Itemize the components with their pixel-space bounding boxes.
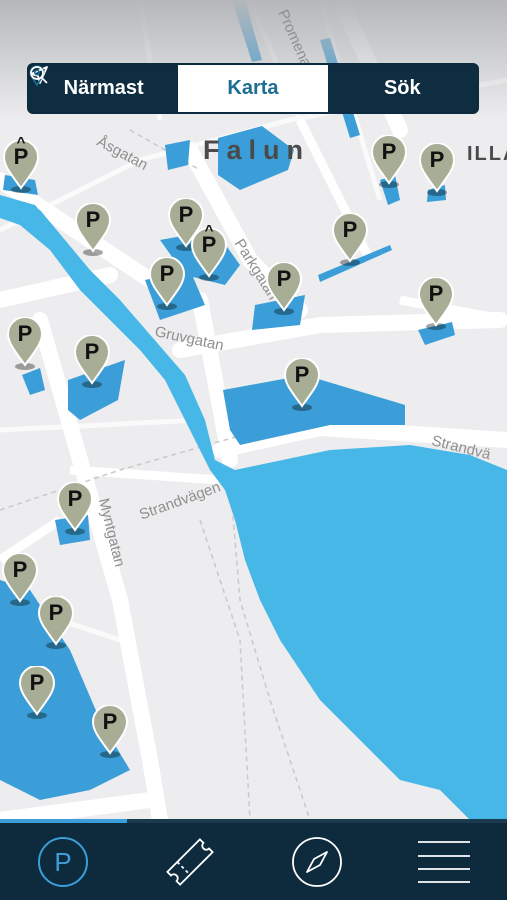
tab-narmast[interactable]: Närmast: [29, 65, 178, 112]
parking-pin[interactable]: P: [371, 135, 407, 191]
map-canvas: [0, 0, 507, 820]
tab-sok[interactable]: Sök: [30, 65, 477, 112]
parking-pin-label: P: [29, 670, 45, 695]
parking-pin[interactable]: P: [38, 596, 74, 652]
parking-icon: P: [38, 836, 89, 887]
bottom-nav: P: [0, 823, 507, 900]
parking-pin[interactable]: P: [74, 335, 110, 391]
tab-sok-label: Sök: [383, 77, 421, 99]
city-label: Falun: [203, 135, 310, 165]
svg-text:P: P: [55, 847, 72, 877]
tab-karta[interactable]: Karta: [29, 65, 328, 112]
parking-pin-label: P: [429, 147, 445, 172]
parking-pin[interactable]: ^ P: [191, 222, 227, 284]
parking-pin-label: P: [85, 207, 101, 232]
menu-icon: [417, 840, 470, 883]
parking-pin[interactable]: P: [19, 666, 55, 722]
parking-pin-label: P: [276, 266, 292, 291]
parking-pin-label: P: [201, 232, 217, 257]
district-label: ILLAS: [467, 143, 507, 165]
ticket-icon: [166, 837, 215, 886]
compass-icon: [291, 836, 342, 887]
view-switcher: Närmast Karta Sök: [27, 63, 479, 114]
parking-pin[interactable]: P: [266, 262, 302, 318]
parking-pin[interactable]: P: [149, 257, 185, 313]
parking-pin-label: P: [294, 362, 310, 387]
tab-narmast-label: Närmast: [63, 77, 144, 99]
parking-pin[interactable]: P: [57, 482, 93, 538]
parking-pin-label: P: [48, 600, 64, 625]
parking-pin[interactable]: P: [7, 317, 43, 373]
parking-pin-label: P: [17, 321, 33, 346]
parking-pin[interactable]: P: [418, 277, 454, 333]
parking-pin-label: P: [381, 139, 397, 164]
parking-pin[interactable]: P: [92, 705, 128, 761]
search-icon: [30, 66, 48, 84]
parking-pin-label: P: [84, 339, 100, 364]
parking-pin-label: P: [13, 144, 29, 169]
parking-pin[interactable]: P: [332, 213, 368, 269]
parking-pin[interactable]: P: [419, 143, 455, 199]
parking-pin[interactable]: P: [2, 553, 38, 609]
parking-pin-label: P: [428, 281, 444, 306]
parking-pin[interactable]: P: [284, 358, 320, 414]
parking-pin[interactable]: P: [75, 203, 111, 259]
nav-menu[interactable]: [380, 823, 507, 900]
nav-ticket[interactable]: [127, 823, 254, 900]
map-view[interactable]: Falun ILLAS Åsgatan Parkgatan Gruvgatan …: [0, 0, 507, 820]
tab-karta-label: Karta: [227, 77, 279, 99]
nav-parking[interactable]: P: [0, 823, 127, 900]
parking-pin-label: P: [102, 709, 118, 734]
parking-pin-label: P: [12, 557, 28, 582]
nav-compass[interactable]: [254, 823, 381, 900]
parking-pin-label: P: [342, 217, 358, 242]
parking-pin-label: P: [159, 261, 175, 286]
parking-pin[interactable]: ^ P: [3, 134, 39, 196]
parking-pin-label: P: [67, 486, 83, 511]
